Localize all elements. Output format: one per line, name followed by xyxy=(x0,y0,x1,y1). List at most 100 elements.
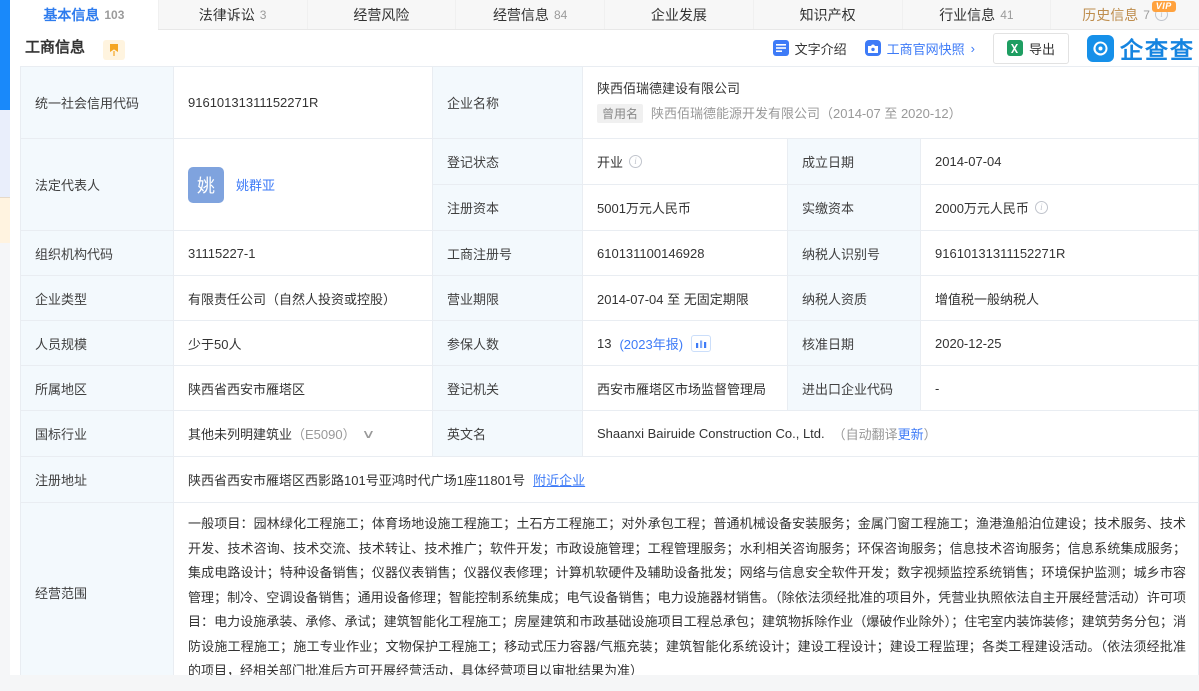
tab-basic-info[interactable]: 基本信息 103 xyxy=(10,0,158,30)
brand-logo-group: 企查查 xyxy=(1087,31,1195,65)
field-value-industry: 其他未列明建筑业 （E5090） ∨ xyxy=(174,411,433,457)
field-value-import-export-code: - xyxy=(921,366,1199,411)
field-label-business-term: 营业期限 xyxy=(433,276,583,321)
field-label-credit-code: 统一社会信用代码 xyxy=(21,67,174,139)
field-label-reg-authority: 登记机关 xyxy=(433,366,583,411)
field-value-reg-capital: 5001万元人民币 xyxy=(583,185,788,231)
auto-translate-note: （自动翻译 xyxy=(833,424,898,443)
company-name-text: 陕西佰瑞德建设有限公司 xyxy=(597,78,1184,97)
field-label-taxpayer-quality: 纳税人资质 xyxy=(788,276,921,321)
field-label-reg-number: 工商注册号 xyxy=(433,231,583,276)
page-bottom-strip xyxy=(0,675,1199,691)
field-label-industry: 国标行业 xyxy=(21,411,174,457)
field-value-staff-size: 少于50人 xyxy=(174,321,433,366)
text-intro-label: 文字介绍 xyxy=(795,39,847,58)
tab-count: 7 xyxy=(1143,8,1150,22)
tab-count: 103 xyxy=(104,8,124,22)
reg-address-text: 陕西省西安市雁塔区西影路101号亚鸿时代广场1座11801号 xyxy=(188,470,525,489)
tab-legal-litigation[interactable]: 法律诉讼 3 xyxy=(158,0,307,29)
section-tabbar: 基本信息 103 法律诉讼 3 经营风险 经营信息 84 企业发展 知识产权 行… xyxy=(10,0,1199,30)
field-label-insured-count: 参保人数 xyxy=(433,321,583,366)
floating-sidebar-lavender-segment xyxy=(0,110,10,198)
text-intro-button[interactable]: 文字介绍 xyxy=(773,39,847,58)
former-name-text: 陕西佰瑞德能源开发有限公司（2014-07 至 2020-12） xyxy=(651,106,962,121)
field-label-region: 所属地区 xyxy=(21,366,174,411)
tab-count: 41 xyxy=(1000,8,1013,22)
field-label-company-type: 企业类型 xyxy=(21,276,174,321)
info-icon[interactable]: i xyxy=(1035,201,1048,214)
tab-operation-risk[interactable]: 经营风险 xyxy=(307,0,456,29)
field-value-region: 陕西省西安市雁塔区 xyxy=(174,366,433,411)
chevron-right-icon: › xyxy=(971,41,975,56)
nearby-companies-link[interactable]: 附近企业 xyxy=(533,470,585,489)
vip-badge: VIP xyxy=(1152,1,1176,12)
tab-label: 行业信息 xyxy=(939,5,995,25)
floating-sidebar-gray-segment xyxy=(0,243,10,691)
official-snapshot-button[interactable]: 工商官网快照 › xyxy=(865,39,975,58)
tab-label: 历史信息 xyxy=(1082,5,1138,25)
former-name-badge: 曾用名 xyxy=(597,104,643,123)
info-icon[interactable]: i xyxy=(629,155,642,168)
field-value-business-scope: 一般项目：园林绿化工程施工；体育场地设施工程施工；土石方工程施工；对外承包工程；… xyxy=(174,503,1199,676)
legal-rep-link[interactable]: 姚群亚 xyxy=(236,175,275,194)
field-value-reg-status: 开业 i xyxy=(583,139,788,185)
trend-chart-icon[interactable] xyxy=(691,335,711,352)
field-label-legal-rep: 法定代表人 xyxy=(21,139,174,231)
field-label-reg-address: 注册地址 xyxy=(21,457,174,503)
field-value-legal-rep: 姚 姚群亚 xyxy=(174,139,433,231)
chevron-down-icon[interactable]: ∨ xyxy=(361,427,375,441)
tab-operation-info[interactable]: 经营信息 84 xyxy=(455,0,604,29)
tab-count: 3 xyxy=(260,8,267,22)
tab-count: 84 xyxy=(554,8,567,22)
tab-label: 经营风险 xyxy=(353,5,409,25)
field-value-company-name: 陕西佰瑞德建设有限公司 曾用名陕西佰瑞德能源开发有限公司（2014-07 至 2… xyxy=(583,67,1199,139)
tab-intellectual-property[interactable]: 知识产权 xyxy=(753,0,902,29)
legal-rep-avatar[interactable]: 姚 xyxy=(188,167,224,203)
field-value-reg-number: 610131100146928 xyxy=(583,231,788,276)
tab-label: 知识产权 xyxy=(800,5,856,25)
business-scope-text: 一般项目：园林绿化工程施工；体育场地设施工程施工；土石方工程施工；对外承包工程；… xyxy=(188,512,1186,676)
tab-label: 经营信息 xyxy=(493,5,549,25)
annual-report-link[interactable]: (2023年报) xyxy=(619,334,683,353)
field-label-import-export-code: 进出口企业代码 xyxy=(788,366,921,411)
field-value-reg-address: 陕西省西安市雁塔区西影路101号亚鸿时代广场1座11801号 附近企业 xyxy=(174,457,1199,503)
former-name-row: 曾用名陕西佰瑞德能源开发有限公司（2014-07 至 2020-12） xyxy=(597,103,1184,123)
paid-capital-text: 2000万元人民币 xyxy=(935,198,1029,217)
export-label: 导出 xyxy=(1029,39,1055,58)
text-intro-icon xyxy=(773,40,789,56)
field-label-approval-date: 核准日期 xyxy=(788,321,921,366)
field-value-taxpayer-id: 91610131311152271R xyxy=(921,231,1199,276)
tab-company-development[interactable]: 企业发展 xyxy=(604,0,753,29)
pin-icon[interactable] xyxy=(103,40,125,60)
field-value-paid-capital: 2000万元人民币 i xyxy=(921,185,1199,231)
auto-translate-note-close: ） xyxy=(924,424,937,443)
english-name-text: Shaanxi Bairuide Construction Co., Ltd. xyxy=(597,426,825,441)
qichacha-logo-icon xyxy=(1087,35,1114,62)
tab-history-info[interactable]: VIP 历史信息 7 i xyxy=(1050,0,1199,29)
field-label-business-scope: 经营范围 xyxy=(21,503,174,676)
field-value-org-code: 31115227-1 xyxy=(174,231,433,276)
excel-icon xyxy=(1007,40,1023,56)
field-label-org-code: 组织机构代码 xyxy=(21,231,174,276)
tab-industry-info[interactable]: 行业信息 41 xyxy=(902,0,1051,29)
tab-label: 企业发展 xyxy=(651,5,707,25)
industry-code: （E5090） xyxy=(292,424,356,443)
field-label-reg-capital: 注册资本 xyxy=(433,185,583,231)
floating-sidebar-blue-segment xyxy=(0,0,10,110)
field-value-credit-code: 91610131311152271R xyxy=(174,67,433,139)
field-label-establish-date: 成立日期 xyxy=(788,139,921,185)
field-value-english-name: Shaanxi Bairuide Construction Co., Ltd. … xyxy=(583,411,1199,457)
tab-label: 基本信息 xyxy=(43,5,99,25)
official-snapshot-label: 工商官网快照 xyxy=(887,39,965,58)
export-button[interactable]: 导出 xyxy=(993,33,1069,64)
tab-label: 法律诉讼 xyxy=(199,5,255,25)
field-label-paid-capital: 实缴资本 xyxy=(788,185,921,231)
translate-update-link[interactable]: 更新 xyxy=(898,424,924,443)
field-value-company-type: 有限责任公司（自然人投资或控股） xyxy=(174,276,433,321)
field-label-company-name: 企业名称 xyxy=(433,67,583,139)
floating-sidebar-cream-segment xyxy=(0,198,10,243)
field-value-reg-authority: 西安市雁塔区市场监督管理局 xyxy=(583,366,788,411)
field-value-insured-count: 13 (2023年报) xyxy=(583,321,788,366)
field-value-approval-date: 2020-12-25 xyxy=(921,321,1199,366)
section-title: 工商信息 xyxy=(25,39,85,56)
